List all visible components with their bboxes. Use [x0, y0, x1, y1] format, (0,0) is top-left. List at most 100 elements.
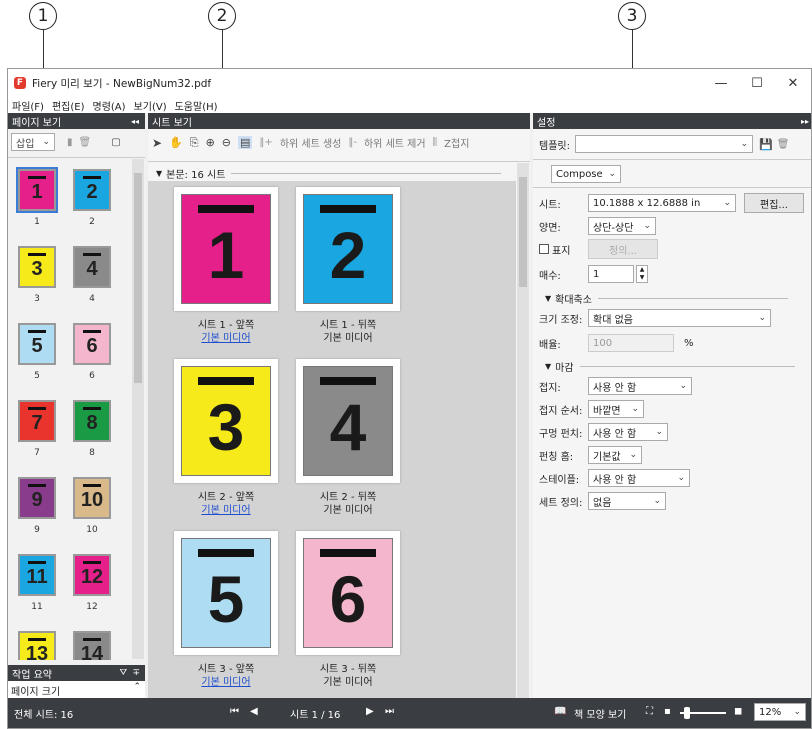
scrollbar-thumb[interactable] — [519, 177, 527, 287]
zoom-slider-handle[interactable] — [684, 707, 690, 719]
z-fold-button[interactable]: Z접지 — [444, 135, 469, 150]
page-thumbnail[interactable]: 11 — [18, 554, 56, 596]
page-thumbnail[interactable]: 9 — [18, 477, 56, 519]
text-tool-icon[interactable]: ⎘ — [190, 136, 199, 150]
sheet-bar — [198, 377, 254, 385]
book-view-button[interactable]: 책 모양 보기 — [574, 706, 626, 721]
collapse-triangle-icon[interactable]: ▼ — [545, 362, 551, 371]
page-thumbnail[interactable]: 13 — [18, 631, 56, 660]
delete-page-icon[interactable]: 🗑 — [79, 137, 92, 148]
set-definition-dropdown[interactable]: 없음 ⌄ — [588, 492, 666, 510]
menu-commands[interactable]: 명령(A) — [93, 98, 126, 113]
copies-input[interactable]: 1 — [588, 265, 634, 283]
last-sheet-icon[interactable]: ⏭ — [385, 706, 394, 717]
insert-dropdown[interactable]: 삽입 ⌄ — [11, 133, 55, 151]
media-link[interactable]: 기본 미디어 — [161, 504, 291, 517]
sheet-caption: 시트 3 - 앞쪽 기본 미디어 — [161, 663, 291, 689]
zoom-out-image-icon[interactable]: ▪ — [664, 706, 671, 717]
status-bar: 전체 시트: 16 ⏮ ◀ 시트 1 / 16 ▶ ⏭ 📖 책 모양 보기 ⛶ … — [8, 698, 811, 728]
punch-value: 사용 안 함 — [593, 428, 637, 440]
media-link[interactable]: 기본 미디어 — [161, 332, 291, 345]
blank-page-icon[interactable]: ▢ — [111, 137, 120, 148]
page-thumbnail[interactable]: 6 — [73, 323, 111, 365]
compose-dropdown[interactable]: Compose ⌄ — [551, 165, 621, 183]
scrollbar-thumb[interactable] — [134, 173, 142, 383]
page-thumbnail[interactable]: 7 — [18, 400, 56, 442]
save-icon[interactable]: 💾 — [759, 138, 773, 151]
fit-page-icon[interactable]: ⛶ — [646, 706, 653, 717]
sheet-view-scrollbar[interactable] — [517, 163, 529, 698]
sheet-thumbnail[interactable]: 1 — [174, 187, 278, 311]
staple-dropdown[interactable]: 사용 안 함 ⌄ — [588, 469, 690, 487]
prev-sheet-icon[interactable]: ◀ — [250, 706, 258, 717]
remove-subset-icon[interactable]: ‖- — [348, 137, 357, 148]
create-subset-button[interactable]: 하위 세트 생성 — [280, 135, 342, 150]
resize-value: 확대 없음 — [593, 314, 633, 326]
page-thumbnail[interactable]: 10 — [73, 477, 111, 519]
create-subset-icon[interactable]: ‖+ — [259, 137, 272, 148]
zoom-out-icon[interactable]: ⊖ — [222, 136, 231, 149]
duplex-row: 양면: 상단-상단 ⌄ — [539, 217, 656, 235]
menu-edit[interactable]: 편집(E) — [52, 98, 85, 113]
cover-checkbox[interactable] — [539, 244, 549, 254]
sheet-bar — [320, 205, 376, 213]
sheet-thumbnail[interactable]: 6 — [296, 531, 400, 655]
minimize-button[interactable]: — — [703, 76, 739, 91]
media-link[interactable]: 기본 미디어 — [161, 676, 291, 689]
close-button[interactable]: ✕ — [775, 76, 811, 91]
page-thumbnail[interactable]: 2 — [73, 169, 111, 211]
menu-help[interactable]: 도움말(H) — [175, 98, 218, 113]
filter-icon[interactable]: ⛛ — [119, 668, 127, 678]
punch-dropdown[interactable]: 사용 안 함 ⌄ — [588, 423, 668, 441]
bookmark-icon[interactable]: ▮ — [67, 137, 73, 148]
page-thumbnail[interactable]: 5 — [18, 323, 56, 365]
expand-icon[interactable]: ⌃ — [133, 682, 141, 692]
page-thumbnail[interactable]: 14 — [73, 631, 111, 660]
page-thumbnail[interactable]: 12 — [73, 554, 111, 596]
zoom-in-image-icon[interactable]: ◼ — [734, 706, 742, 717]
hand-pan-icon[interactable]: ✋ — [169, 136, 183, 149]
sheet-thumbnail[interactable]: 3 — [174, 359, 278, 483]
collapse-page-view-button[interactable]: ◂◂ — [131, 117, 139, 126]
maximize-button[interactable]: ☐ — [739, 76, 775, 91]
remove-subset-button[interactable]: 하위 세트 제거 — [364, 135, 426, 150]
page-view-scrollbar[interactable] — [132, 159, 144, 659]
sheet-thumbnail[interactable]: 5 — [174, 531, 278, 655]
zoom-dropdown[interactable]: 12% ⌄ — [754, 703, 806, 721]
sheet-size-dropdown[interactable]: 10.1888 x 12.6888 in ⌄ — [588, 194, 736, 212]
template-dropdown[interactable]: ⌄ — [575, 135, 753, 153]
fold-order-dropdown[interactable]: 바깥면 ⌄ — [588, 400, 644, 418]
select-arrow-icon[interactable]: ➤ — [152, 136, 162, 150]
ratio-input[interactable]: 100 — [588, 334, 674, 352]
sheet-thumbnail[interactable]: 4 — [296, 359, 400, 483]
sheet-label: 시트: — [539, 199, 561, 211]
duplex-value: 상단-상단 — [593, 222, 634, 234]
page-thumbnail[interactable]: 3 — [18, 246, 56, 288]
zoom-in-icon[interactable]: ⊕ — [206, 136, 215, 149]
resize-dropdown[interactable]: 확대 없음 ⌄ — [588, 309, 771, 327]
z-fold-icon[interactable]: ⫼ — [433, 137, 438, 148]
job-summary-title: 작업 요약 — [12, 669, 52, 681]
copies-stepper[interactable]: ▲ ▼ — [636, 265, 648, 283]
edit-button[interactable]: 편집... — [744, 193, 804, 213]
book-view-icon[interactable]: 📖 — [554, 706, 566, 717]
define-button[interactable]: 정의... — [588, 239, 658, 259]
ratio-row: 배율: 100 % — [539, 334, 694, 352]
page-thumbnail[interactable]: 4 — [73, 246, 111, 288]
pin-icon[interactable]: ∓ — [132, 668, 140, 678]
next-sheet-icon[interactable]: ▶ — [366, 706, 374, 717]
menu-view[interactable]: 보기(V) — [134, 98, 167, 113]
first-sheet-icon[interactable]: ⏮ — [230, 706, 239, 717]
fold-dropdown[interactable]: 사용 안 함 ⌄ — [588, 377, 692, 395]
collapse-triangle-icon[interactable]: ▼ — [156, 169, 162, 178]
menu-file[interactable]: 파일(F) — [12, 98, 44, 113]
sheet-thumbnail[interactable]: 2 — [296, 187, 400, 311]
page-thumbnail[interactable]: 1 — [16, 167, 58, 213]
collapse-triangle-icon[interactable]: ▼ — [545, 294, 551, 303]
page-layout-icon[interactable]: ▤ — [238, 136, 253, 149]
collapse-settings-button[interactable]: ▸▸ — [801, 117, 809, 126]
punch-edge-dropdown[interactable]: 기본값 ⌄ — [588, 446, 642, 464]
delete-template-icon[interactable]: 🗑 — [777, 139, 790, 150]
page-thumbnail[interactable]: 8 — [73, 400, 111, 442]
duplex-dropdown[interactable]: 상단-상단 ⌄ — [588, 217, 656, 235]
